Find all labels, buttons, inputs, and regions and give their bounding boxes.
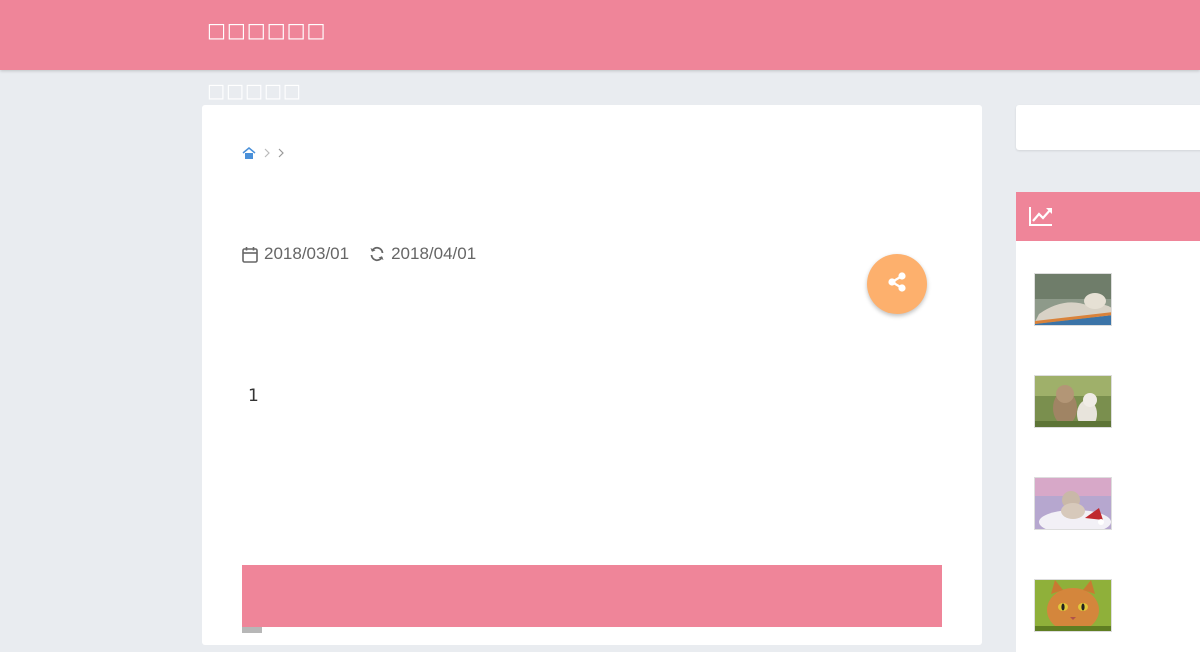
widget-header [1016,192,1200,241]
published-date: 2018/03/01 [264,244,350,263]
article-body-text: 1 [248,386,259,406]
content-banner [242,565,942,627]
banner-marker [242,627,262,633]
home-icon[interactable] [242,146,256,162]
site-subtitle: □□□□□ [207,80,302,102]
chevron-right-icon [278,147,284,161]
refresh-icon [369,246,385,262]
share-icon [886,271,908,297]
popular-posts-widget [1016,192,1200,652]
trending-chart-icon [1029,206,1053,230]
share-button[interactable] [867,254,927,314]
article-meta: 2018/03/01 2018/04/01 [242,243,476,265]
thumbnail-cat-on-branch[interactable] [1034,273,1112,326]
breadcrumb [242,145,284,163]
site-title[interactable]: □□□□□□ [207,18,326,42]
top-bar: □□□□□□ [0,0,1200,70]
article-card: 2018/03/01 2018/04/01 1 [202,105,982,645]
thumbnail-tabby-cat-close-up[interactable] [1034,579,1112,632]
updated-date: 2018/04/01 [391,244,477,263]
thumbnail-kittens-in-grass[interactable] [1034,375,1112,428]
sidebar-search-box[interactable] [1016,105,1200,150]
calendar-icon [242,246,258,263]
chevron-right-icon [264,147,270,161]
thumbnail-kitten-with-santa-hat[interactable] [1034,477,1112,530]
